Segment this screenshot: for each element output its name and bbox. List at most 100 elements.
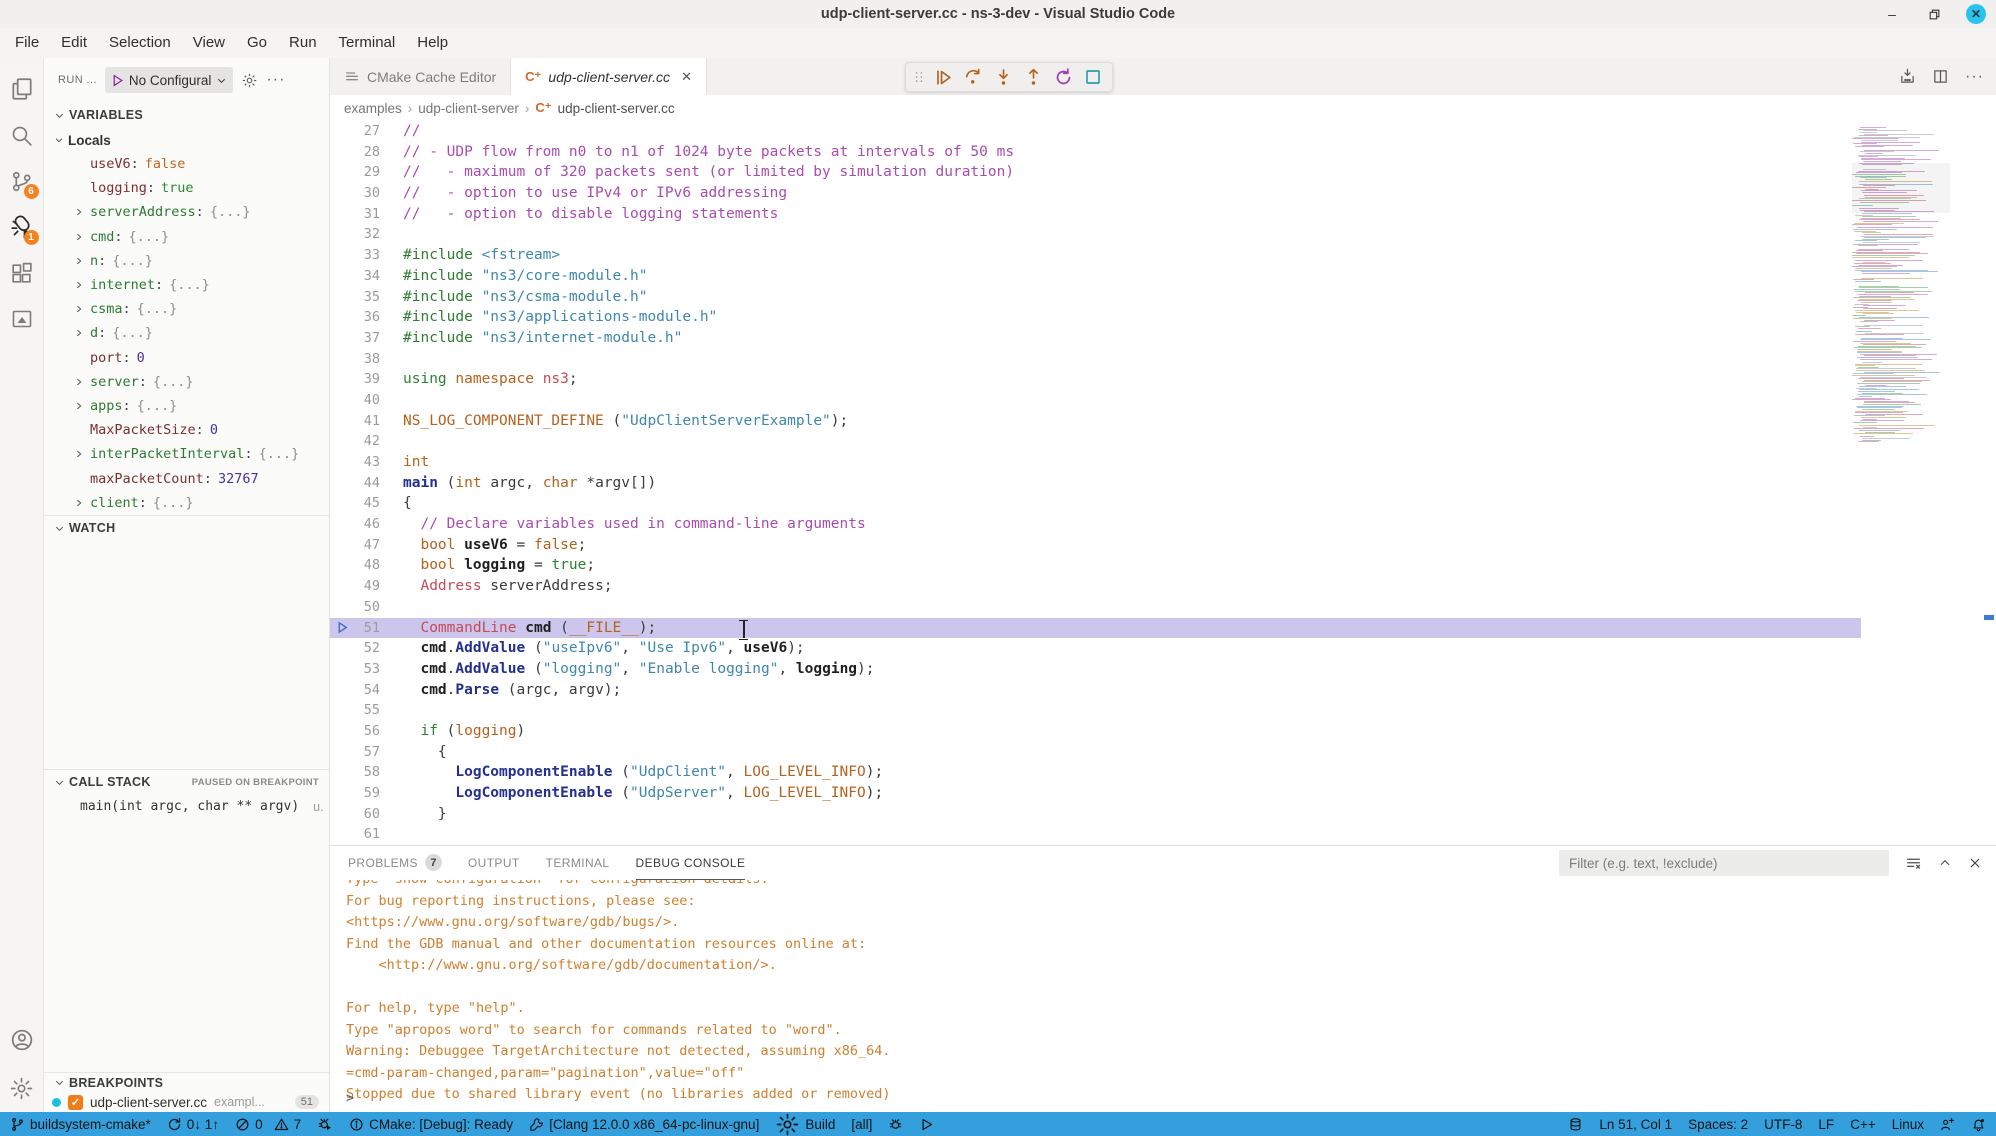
breakpoint-margin[interactable] [330,659,356,680]
breakpoint-margin[interactable] [330,618,356,639]
testing-icon[interactable] [2,296,42,342]
variable-apps[interactable]: apps:{...} [44,394,329,418]
breakpoint-margin[interactable] [330,597,356,618]
split-editor-icon[interactable] [1932,68,1949,85]
panel-tab-terminal[interactable]: TERMINAL [546,846,610,880]
status-cursor-position[interactable]: Ln 51, Col 1 [1599,1117,1672,1132]
more-editor-actions-icon[interactable]: ··· [1965,68,1984,86]
step-into-button[interactable] [990,64,1016,90]
variable-interPacketInterval[interactable]: interPacketInterval:{...} [44,442,329,466]
continue-button[interactable] [930,64,956,90]
settings-gear-icon[interactable] [2,1064,42,1112]
menu-terminal[interactable]: Terminal [328,28,407,58]
breakpoint-margin[interactable] [330,287,356,308]
breakpoint-margin[interactable] [330,762,356,783]
maximize-panel-icon[interactable] [1938,856,1952,870]
breakpoint-margin[interactable] [330,349,356,370]
status-eol[interactable]: LF [1818,1117,1834,1132]
stop-button[interactable] [1080,64,1106,90]
breakpoint-margin[interactable] [330,224,356,245]
status-indentation[interactable]: Spaces: 2 [1688,1117,1748,1132]
variable-serverAddress[interactable]: serverAddress:{...} [44,200,329,224]
extensions-icon[interactable] [2,250,42,296]
breakpoint-margin[interactable] [330,514,356,535]
menu-run[interactable]: Run [278,28,328,58]
restore-button[interactable] [1924,4,1944,24]
breakpoint-margin[interactable] [330,431,356,452]
variable-useV6[interactable]: useV6:false [44,152,329,176]
breakpoint-margin[interactable] [330,742,356,763]
menu-help[interactable]: Help [406,28,459,58]
variables-section-header[interactable]: VARIABLES [44,102,329,128]
tab-cmake-cache-editor[interactable]: CMake Cache Editor [330,58,511,95]
debug-settings-gear-icon[interactable] [241,72,258,89]
variable-n[interactable]: n:{...} [44,249,329,273]
status-encoding[interactable]: UTF-8 [1764,1117,1802,1132]
minimize-button[interactable]: – [1882,4,1902,24]
debug-console[interactable]: Type "show configuration" for configurat… [330,880,1996,1112]
status-build[interactable]: Build [775,1112,835,1136]
console-filter-input[interactable] [1559,850,1889,876]
breakpoint-margin[interactable] [330,555,356,576]
breadcrumb-item[interactable]: examples [344,101,402,116]
restart-button[interactable] [1050,64,1076,90]
breakpoint-margin[interactable] [330,121,356,142]
variable-d[interactable]: d:{...} [44,321,329,345]
run-debug-file-icon[interactable] [1899,68,1916,85]
variable-client[interactable]: client:{...} [44,491,329,515]
clear-console-icon[interactable] [1905,855,1922,872]
panel-tab-output[interactable]: OUTPUT [468,846,520,880]
explorer-icon[interactable] [2,66,42,112]
menu-selection[interactable]: Selection [98,28,182,58]
status-branch[interactable]: buildsystem-cmake* [10,1117,151,1132]
variable-server[interactable]: server:{...} [44,370,329,394]
breakpoint-margin[interactable] [330,204,356,225]
close-button[interactable]: ✕ [1966,4,1986,24]
variable-csma[interactable]: csma:{...} [44,297,329,321]
breakpoint-margin[interactable] [330,452,356,473]
status-language-mode[interactable]: C++ [1850,1117,1876,1132]
breakpoint-margin[interactable] [330,680,356,701]
search-icon[interactable] [2,112,42,158]
variable-port[interactable]: port:0 [44,346,329,370]
status-debug-target[interactable] [888,1117,903,1132]
variable-maxPacketCount[interactable]: maxPacketCount:32767 [44,466,329,490]
breakpoint-margin[interactable] [330,473,356,494]
status-platform[interactable]: Linux [1892,1117,1924,1132]
more-actions-icon[interactable]: ··· [266,71,285,89]
breakpoint-margin[interactable] [330,824,356,845]
status-sync[interactable]: 0↓ 1↑ [167,1117,219,1132]
debug-config-dropdown[interactable]: No Configural [105,67,234,93]
status-debug-status[interactable] [317,1116,333,1132]
breadcrumb-item[interactable]: udp-client-server.cc [558,101,675,116]
breakpoint-margin[interactable] [330,142,356,163]
breakpoint-margin[interactable] [330,411,356,432]
variable-cmd[interactable]: cmd:{...} [44,225,329,249]
breakpoints-section-header[interactable]: BREAKPOINTS [44,1072,329,1092]
breakpoint-margin[interactable] [330,700,356,721]
toolbar-drag-handle[interactable] [912,70,926,84]
breadcrumb-item[interactable]: udp-client-server [418,101,519,116]
breakpoint-margin[interactable] [330,493,356,514]
breakpoint-margin[interactable] [330,266,356,287]
breakpoint-margin[interactable] [330,328,356,349]
minimap-viewport[interactable] [1852,163,1950,213]
call-stack-frame[interactable]: main(int argc, char ** argv) u. [44,795,329,819]
accounts-icon[interactable] [2,1016,42,1064]
breakpoint-margin[interactable] [330,783,356,804]
variable-MaxPacketSize[interactable]: MaxPacketSize:0 [44,418,329,442]
breakpoint-margin[interactable] [330,369,356,390]
close-tab-icon[interactable]: ✕ [681,69,692,85]
menu-go[interactable]: Go [236,28,278,58]
panel-tab-problems[interactable]: PROBLEMS7 [348,846,442,880]
step-out-button[interactable] [1020,64,1046,90]
breakpoint-margin[interactable] [330,390,356,411]
status-cache[interactable] [1568,1117,1583,1132]
status-cmake-status[interactable]: CMake: [Debug]: Ready [349,1117,513,1132]
breakpoint-checkbox[interactable]: ✓ [68,1095,83,1110]
source-control-icon[interactable]: 6 [2,158,42,204]
menu-view[interactable]: View [182,28,236,58]
overview-ruler[interactable] [1982,121,1996,845]
code-editor[interactable]: 27//28// - UDP flow from n0 to n1 of 102… [330,121,1996,845]
breakpoint-margin[interactable] [330,535,356,556]
